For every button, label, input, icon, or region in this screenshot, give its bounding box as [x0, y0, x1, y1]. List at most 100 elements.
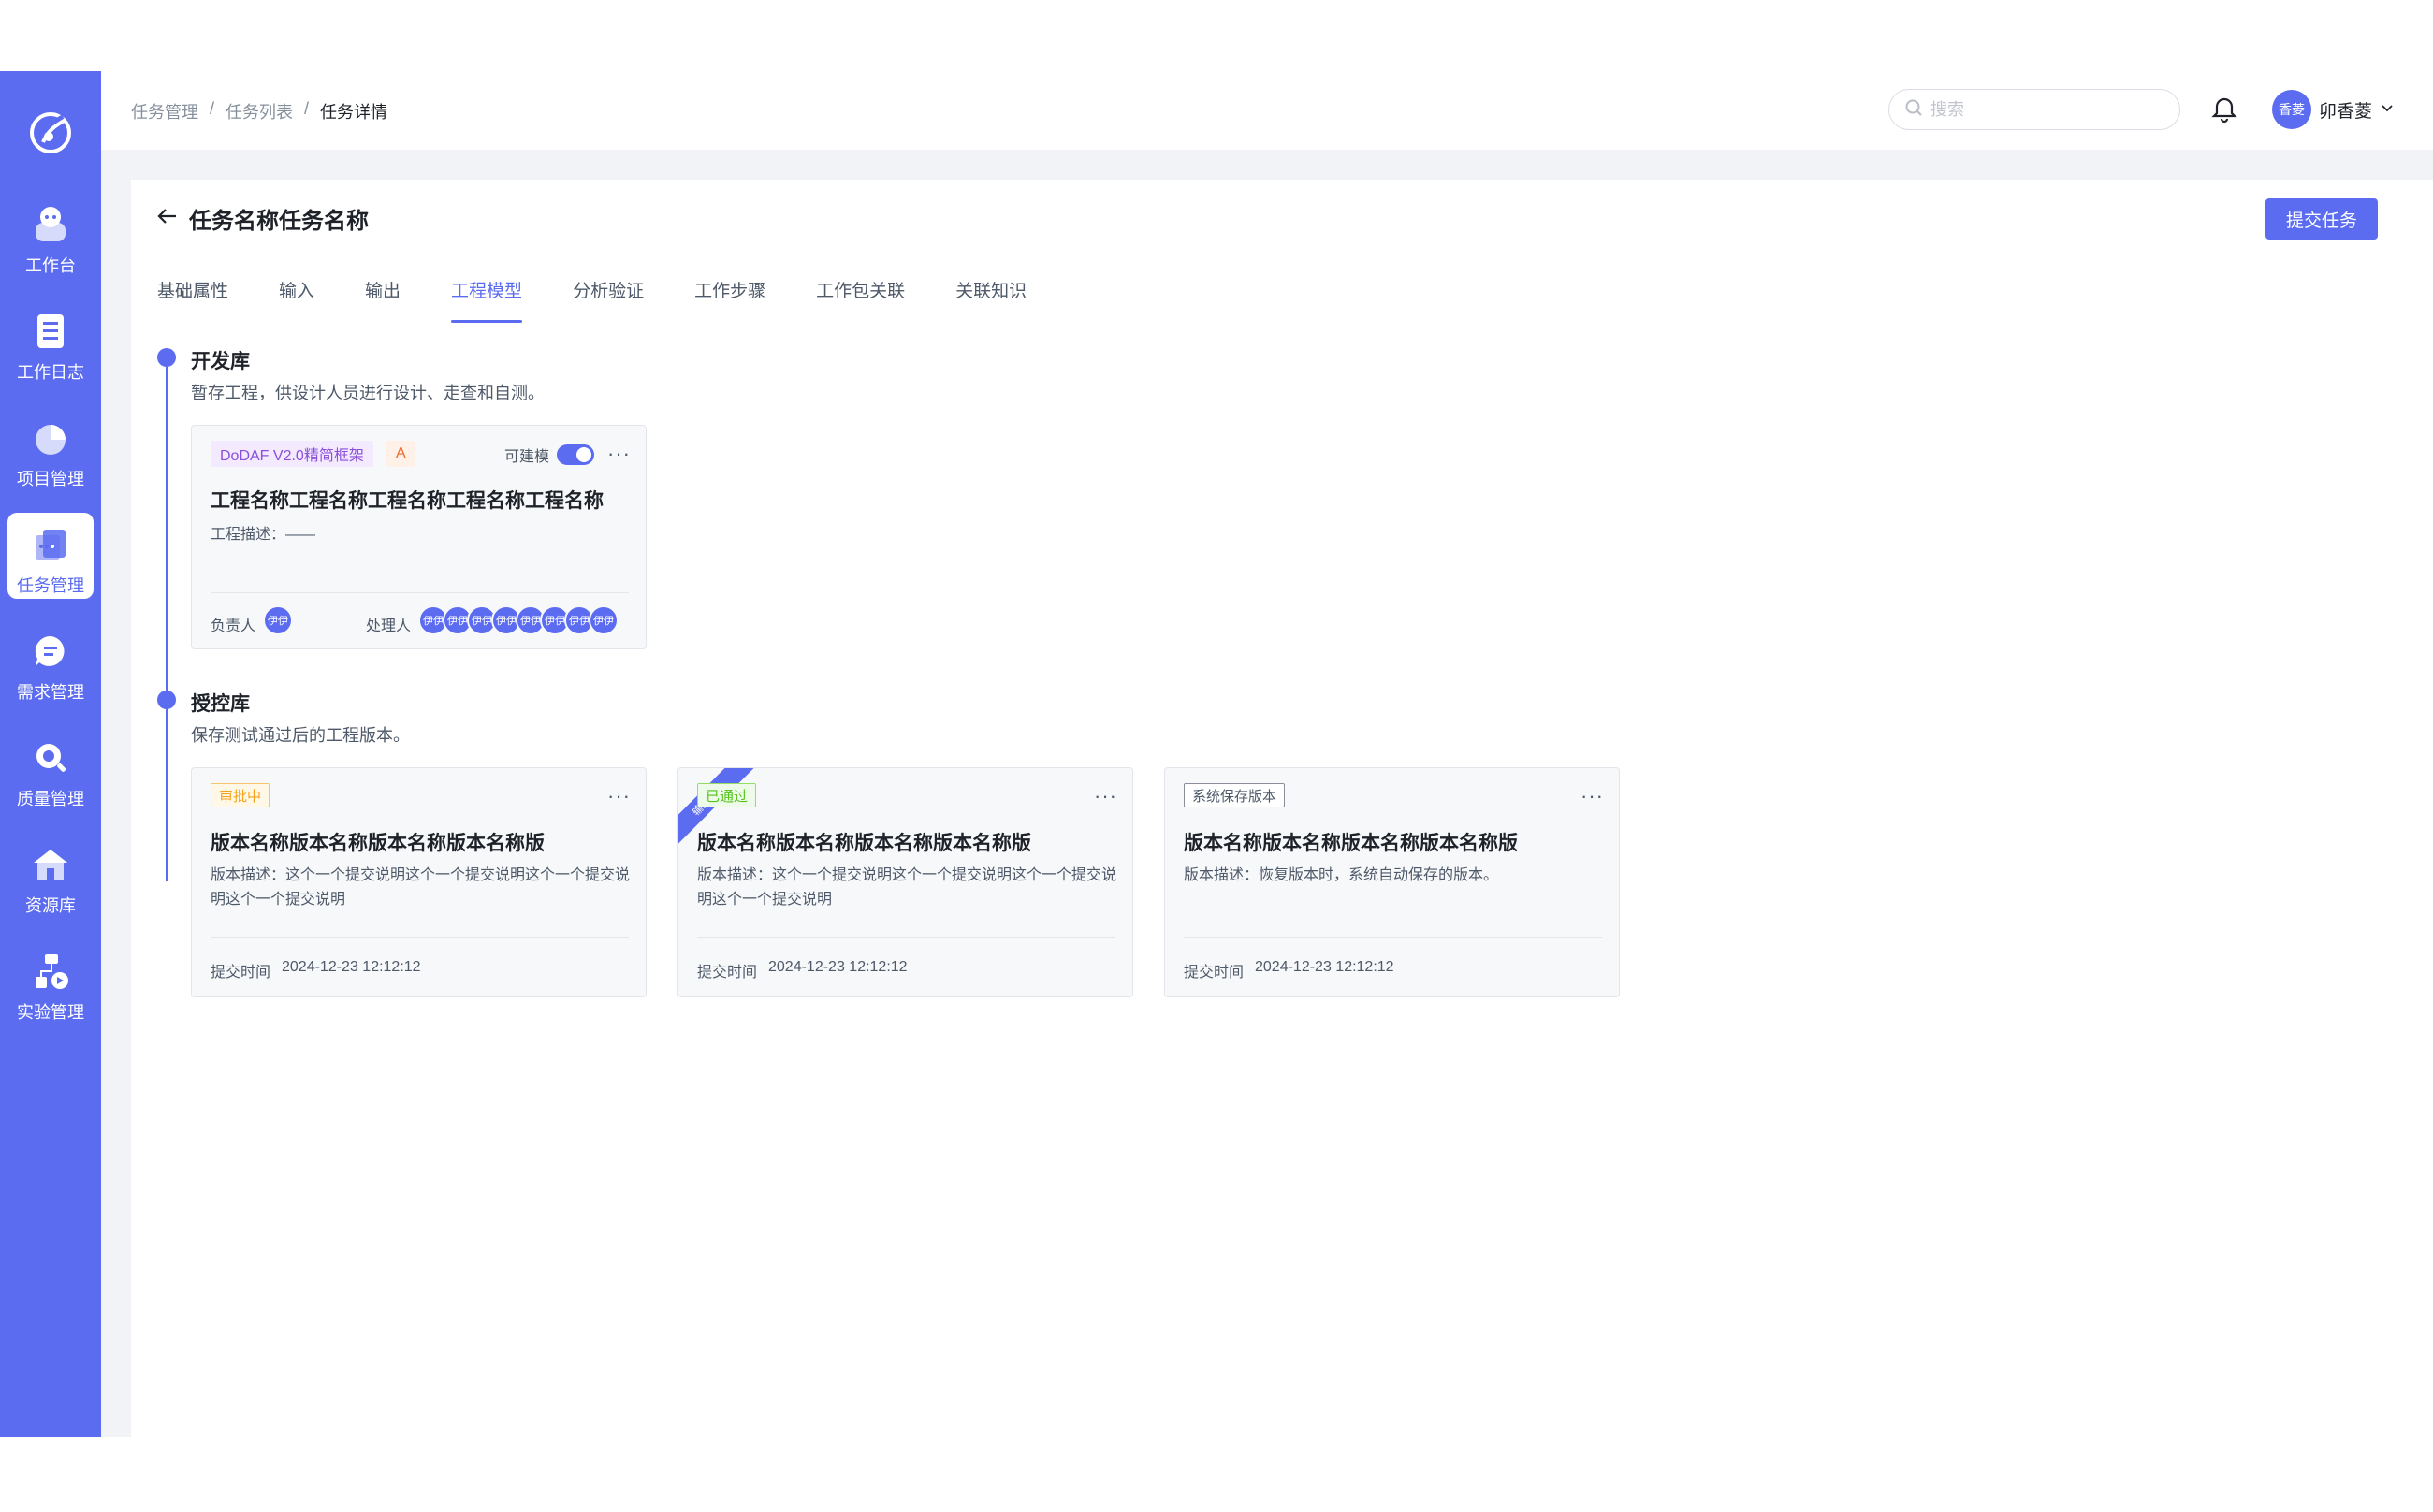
sidebar-item-projects[interactable]: 项目管理	[7, 406, 94, 492]
sidebar-item-label: 工作日志	[17, 363, 84, 382]
version-card[interactable]: 系统保存版本 ··· 版本名称版本名称版本名称版本名称版 版本描述：恢复版本时，…	[1164, 767, 1620, 997]
status-badge: 审批中	[211, 783, 270, 807]
sidebar: 工作台 工作日志 项目管理 任务管理 需求管理 质量管理 资源库 实验管理	[0, 71, 101, 1437]
sidebar-item-resources[interactable]: 资源库	[7, 833, 94, 919]
breadcrumb-separator: /	[304, 99, 310, 118]
sidebar-item-label: 项目管理	[17, 470, 84, 488]
sidebar-item-label: 需求管理	[17, 683, 84, 702]
submit-time-label: 提交时间	[211, 965, 271, 981]
control-lib-desc: 保存测试通过后的工程版本。	[191, 726, 410, 745]
card-divider	[1184, 937, 1602, 938]
version-title: 版本名称版本名称版本名称版本名称版	[1184, 833, 1518, 854]
house-icon	[28, 842, 73, 887]
timeline-line	[166, 367, 168, 881]
status-badge: 系统保存版本	[1184, 783, 1286, 807]
search-box[interactable]	[1888, 89, 2180, 130]
dev-lib-desc: 暂存工程，供设计人员进行设计、走查和自测。	[191, 384, 545, 402]
version-title: 版本名称版本名称版本名称版本名称版	[697, 833, 1031, 854]
version-desc: 版本描述：这个一个提交说明这个一个提交说明这个一个提交说明这个一个提交说明	[697, 867, 1117, 908]
submit-time: 2024-12-23 12:12:12	[282, 959, 421, 975]
version-card[interactable]: 输出版本 已通过 ··· 版本名称版本名称版本名称版本名称版 版本描述：这个一个…	[677, 767, 1133, 997]
tab-work-package[interactable]: 工作包关联	[816, 277, 905, 323]
framework-tag: DoDAF V2.0精简框架	[211, 441, 373, 467]
tab-basic-attributes[interactable]: 基础属性	[157, 277, 228, 323]
breadcrumb-item[interactable]: 任务管理	[131, 99, 198, 124]
project-desc: 工程描述：——	[211, 527, 316, 543]
robot-icon	[28, 202, 73, 247]
log-icon	[28, 309, 73, 354]
card-divider	[211, 592, 629, 593]
user-name: 卯香菱	[2319, 101, 2373, 122]
sidebar-item-label: 实验管理	[17, 1003, 84, 1022]
chevron-down-icon	[2380, 100, 2395, 120]
project-title: 工程名称工程名称工程名称工程名称工程名称	[211, 490, 604, 512]
tab-input[interactable]: 输入	[279, 277, 314, 323]
tab-analysis-verification[interactable]: 分析验证	[573, 277, 644, 323]
control-lib-title: 授控库	[191, 693, 250, 715]
breadcrumb-separator: /	[210, 99, 215, 118]
pie-icon	[28, 415, 73, 460]
sidebar-item-tasks[interactable]: 任务管理	[7, 513, 94, 599]
page-header: 任务名称任务名称 提交任务	[131, 180, 2433, 254]
task-detail-panel: 任务名称任务名称 提交任务 基础属性 输入 输出 工程模型 分析验证 工作步骤 …	[131, 180, 2433, 1437]
task-icon	[28, 522, 73, 567]
version-desc: 版本描述：这个一个提交说明这个一个提交说明这个一个提交说明这个一个提交说明	[211, 867, 631, 908]
owner-avatars: 伊伊	[263, 605, 293, 635]
level-tag: A	[386, 441, 415, 467]
submit-time-label: 提交时间	[1184, 965, 1245, 981]
app-logo-icon[interactable]	[26, 109, 75, 157]
version-title: 版本名称版本名称版本名称版本名称版	[211, 833, 545, 854]
breadcrumb: 任务管理 / 任务列表 / 任务详情	[131, 99, 387, 124]
status-badge: 已通过	[697, 783, 757, 807]
sidebar-item-quality[interactable]: 质量管理	[7, 726, 94, 812]
magnifier-icon	[28, 735, 73, 780]
sidebar-item-worklog[interactable]: 工作日志	[7, 299, 94, 385]
breadcrumb-item[interactable]: 任务列表	[226, 99, 293, 124]
tab-output[interactable]: 输出	[365, 277, 401, 323]
flow-icon	[28, 949, 73, 994]
modelable-switch[interactable]	[557, 444, 595, 465]
page-title: 任务名称任务名称	[189, 209, 369, 234]
sidebar-item-label: 资源库	[25, 896, 76, 915]
dev-lib-title: 开发库	[191, 351, 250, 372]
handler-avatars: 伊伊 伊伊 伊伊 伊伊 伊伊 伊伊 伊伊 伊伊	[418, 605, 619, 635]
project-card[interactable]: DoDAF V2.0精简框架 A 可建模 ··· 工程名称工程名称工程名称工程名…	[191, 425, 647, 649]
top-header: 任务管理 / 任务列表 / 任务详情 香菱 卯香菱	[101, 71, 2433, 150]
avatar[interactable]: 伊伊	[589, 605, 619, 635]
version-card[interactable]: 审批中 ··· 版本名称版本名称版本名称版本名称版 版本描述：这个一个提交说明这…	[191, 767, 647, 997]
card-divider	[211, 937, 629, 938]
user-menu[interactable]: 香菱 卯香菱	[2272, 90, 2395, 129]
more-options-icon[interactable]: ···	[1094, 786, 1117, 807]
back-arrow-icon[interactable]	[155, 204, 180, 228]
modelable-label: 可建模	[504, 449, 550, 465]
more-options-icon[interactable]: ···	[607, 786, 631, 807]
timeline-dot	[157, 348, 176, 367]
chat-icon	[28, 629, 73, 674]
sidebar-item-requirements[interactable]: 需求管理	[7, 619, 94, 705]
sidebar-item-label: 工作台	[25, 256, 76, 275]
sidebar-item-experiments[interactable]: 实验管理	[7, 939, 94, 1025]
search-icon	[1904, 98, 1923, 122]
submit-time-label: 提交时间	[697, 965, 758, 981]
more-options-icon[interactable]: ···	[1581, 786, 1604, 807]
tab-work-steps[interactable]: 工作步骤	[694, 277, 765, 323]
submit-time: 2024-12-23 12:12:12	[1255, 959, 1394, 975]
avatar[interactable]: 伊伊	[263, 605, 293, 635]
more-options-icon[interactable]: ···	[607, 443, 631, 464]
sidebar-item-label: 质量管理	[17, 790, 84, 808]
handler-label: 处理人	[366, 618, 412, 634]
notification-bell-icon[interactable]	[2210, 95, 2238, 124]
sidebar-item-label: 任务管理	[17, 576, 84, 595]
tab-engineering-model[interactable]: 工程模型	[451, 277, 523, 323]
submit-task-button[interactable]: 提交任务	[2265, 198, 2378, 240]
timeline-dot	[157, 691, 176, 709]
avatar: 香菱	[2272, 90, 2311, 129]
card-divider	[697, 937, 1115, 938]
search-input[interactable]	[1930, 99, 2155, 120]
tab-related-knowledge[interactable]: 关联知识	[955, 277, 1027, 323]
sidebar-item-workbench[interactable]: 工作台	[7, 193, 94, 279]
tab-bar: 基础属性 输入 输出 工程模型 分析验证 工作步骤 工作包关联 关联知识	[157, 277, 1077, 323]
breadcrumb-current: 任务详情	[320, 103, 388, 122]
owner-label: 负责人	[211, 618, 256, 634]
version-desc: 版本描述：恢复版本时，系统自动保存的版本。	[1184, 867, 1499, 883]
